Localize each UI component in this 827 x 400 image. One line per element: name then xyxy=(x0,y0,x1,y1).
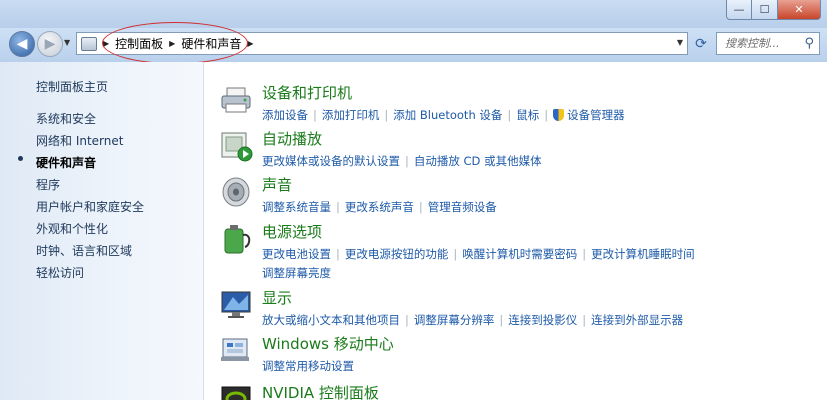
sidebar-item-system-security[interactable]: 系统和安全 xyxy=(36,110,96,127)
chevron-right-icon[interactable]: ▶ xyxy=(169,39,175,48)
mobility-center-icon xyxy=(221,338,249,361)
forward-button[interactable]: ▶ xyxy=(37,31,63,57)
link-connect-projector[interactable]: 连接到投影仪 xyxy=(508,313,577,327)
window-controls: — ☐ ✕ xyxy=(726,0,821,20)
sidebar-item-user-accounts[interactable]: 用户帐户和家庭安全 xyxy=(36,198,144,215)
breadcrumb-hardware-sound[interactable]: 硬件和声音 xyxy=(181,35,241,52)
address-dropdown-icon[interactable]: ▼ xyxy=(677,38,683,47)
search-box[interactable]: ⚲ xyxy=(716,32,820,55)
category-title[interactable]: 自动播放 xyxy=(262,128,322,149)
category-links: 更改媒体或设备的默认设置 | 自动播放 CD 或其他媒体 xyxy=(262,154,542,168)
link-add-printer[interactable]: 添加打印机 xyxy=(322,108,380,122)
address-bar[interactable]: ▶ 控制面板 ▶ 硬件和声音 ▶ ▼ xyxy=(76,32,688,55)
category-title[interactable]: 设备和打印机 xyxy=(262,82,352,103)
link-change-sounds[interactable]: 更改系统声音 xyxy=(345,200,414,214)
link-adjust-brightness[interactable]: 调整屏幕亮度 xyxy=(262,266,331,280)
link-power-buttons[interactable]: 更改电源按钮的功能 xyxy=(345,247,449,261)
link-adjust-volume[interactable]: 调整系统音量 xyxy=(262,200,331,214)
speaker-icon xyxy=(222,177,250,207)
category-title[interactable]: Windows 移动中心 xyxy=(262,333,394,354)
uac-shield-icon xyxy=(553,109,565,121)
title-bar: — ☐ ✕ xyxy=(0,0,827,30)
category-title[interactable]: 声音 xyxy=(262,174,292,195)
refresh-icon[interactable]: ⟳ xyxy=(690,34,712,54)
link-connect-external-display[interactable]: 连接到外部显示器 xyxy=(591,313,683,327)
display-icon xyxy=(221,291,251,318)
link-mouse[interactable]: 鼠标 xyxy=(516,108,539,122)
back-button[interactable]: ◀ xyxy=(9,31,35,57)
link-device-manager[interactable]: 设备管理器 xyxy=(567,108,625,122)
printer-icon xyxy=(221,87,251,113)
maximize-button[interactable]: ☐ xyxy=(752,0,778,20)
link-screen-resolution[interactable]: 调整屏幕分辨率 xyxy=(414,313,495,327)
category-title[interactable]: NVIDIA 控制面板 xyxy=(262,382,379,400)
chevron-right-icon[interactable]: ▶ xyxy=(103,39,109,48)
link-add-bluetooth[interactable]: 添加 Bluetooth 设备 xyxy=(393,108,502,122)
link-change-media-defaults[interactable]: 更改媒体或设备的默认设置 xyxy=(262,154,400,168)
link-change-battery-settings[interactable]: 更改电池设置 xyxy=(262,247,331,261)
category-links: 调整常用移动设置 xyxy=(262,357,822,376)
main-content: 设备和打印机 添加设备 | 添加打印机 | 添加 Bluetooth 设备 | 鼠标 | 设备管… xyxy=(205,62,827,400)
sidebar-item-hardware-sound: 硬件和声音 xyxy=(36,156,97,170)
category-title[interactable]: 电源选项 xyxy=(262,221,322,242)
sidebar-item-programs[interactable]: 程序 xyxy=(36,176,60,193)
link-add-device[interactable]: 添加设备 xyxy=(262,108,308,122)
sidebar: 控制面板主页 系统和安全 网络和 Internet 硬件和声音 程序 用户帐户和… xyxy=(0,62,204,400)
breadcrumb-control-panel[interactable]: 控制面板 xyxy=(115,35,163,52)
sidebar-item-ease-of-access[interactable]: 轻松访问 xyxy=(36,264,84,281)
category-links: 添加设备 | 添加打印机 | 添加 Bluetooth 设备 | 鼠标 | 设备管理器 xyxy=(262,108,625,122)
control-panel-icon xyxy=(81,36,97,51)
category-links: 放大或缩小文本和其他项目 | 调整屏幕分辨率 | 连接到投影仪 | 连接到外部显示器 xyxy=(262,313,684,327)
category-links: 更改电池设置 | 更改电源按钮的功能 | 唤醒计算机时需要密码 | 更改计算机睡眠时间 调整屏… xyxy=(262,247,695,280)
sidebar-item-clock-language[interactable]: 时钟、语言和区域 xyxy=(36,242,132,259)
category-links: 调整系统音量 | 更改系统声音 | 管理音频设备 xyxy=(262,200,497,214)
chevron-right-icon[interactable]: ▶ xyxy=(247,39,253,48)
link-require-password-wake[interactable]: 唤醒计算机时需要密码 xyxy=(462,247,577,261)
recent-pages-dropdown-icon[interactable]: ▼ xyxy=(64,38,70,47)
sidebar-item-home[interactable]: 控制面板主页 xyxy=(36,78,108,95)
minimize-button[interactable]: — xyxy=(726,0,752,20)
link-manage-audio-devices[interactable]: 管理音频设备 xyxy=(428,200,497,214)
link-adjust-mobility-settings[interactable]: 调整常用移动设置 xyxy=(262,359,354,373)
sidebar-item-network[interactable]: 网络和 Internet xyxy=(36,132,123,149)
battery-icon xyxy=(224,225,251,254)
search-input[interactable] xyxy=(725,37,797,50)
nvidia-icon xyxy=(221,386,251,400)
search-icon[interactable]: ⚲ xyxy=(804,36,814,51)
link-change-sleep-time[interactable]: 更改计算机睡眠时间 xyxy=(591,247,695,261)
active-bullet-icon xyxy=(18,156,23,161)
autoplay-icon xyxy=(221,132,253,162)
category-title[interactable]: 显示 xyxy=(262,287,292,308)
link-autoplay-cd[interactable]: 自动播放 CD 或其他媒体 xyxy=(414,154,542,168)
link-text-size[interactable]: 放大或缩小文本和其他项目 xyxy=(262,313,400,327)
sidebar-item-appearance[interactable]: 外观和个性化 xyxy=(36,220,108,237)
navigation-bar: ◀ ▶ ▼ ▶ 控制面板 ▶ 硬件和声音 ▶ ▼ ⟳ ⚲ xyxy=(0,28,827,62)
close-button[interactable]: ✕ xyxy=(778,0,821,20)
